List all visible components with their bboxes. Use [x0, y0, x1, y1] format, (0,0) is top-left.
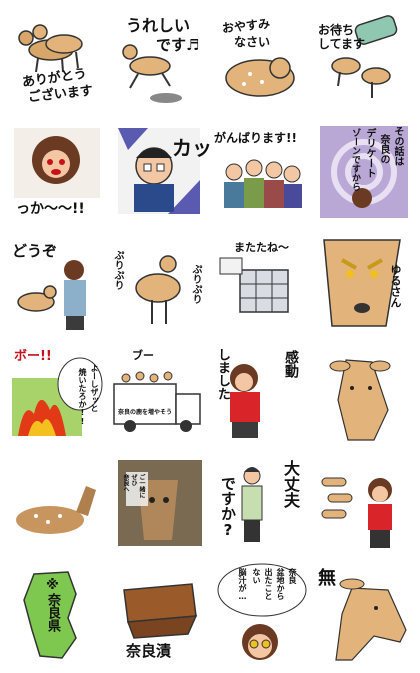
sticker-here-you-go[interactable]: どうぞ	[6, 230, 108, 340]
sticker-10-line-2: ぷりぷり	[190, 264, 201, 304]
sticker-23-line-3: 出たこと	[264, 568, 273, 600]
deer-head-illustration	[329, 359, 391, 441]
sticker-15-line-2: しました	[215, 348, 230, 400]
sticker-see-you[interactable]: またたね〜	[210, 230, 312, 340]
sticker-woman-bones[interactable]	[312, 450, 414, 560]
sticker-10-line-1: ぷりぷり	[112, 250, 123, 290]
sticker-18-line-3: 奈良へ	[122, 474, 129, 492]
sticker-7-line-1: がんばります!!	[214, 131, 297, 145]
sticker-moved[interactable]: 感動 しました	[210, 340, 312, 450]
sticker-3-line-2: なさい	[234, 35, 271, 49]
sticker-13-line-3: 焼いたろか!!	[78, 368, 87, 426]
sticker-5-line-1: っか〜〜!!	[16, 201, 85, 217]
sticker-delicate-zone[interactable]: その話は 奈良の デリケート ゾーンですから	[312, 120, 414, 230]
sticker-23-line-5: 脳汁が…	[238, 568, 247, 601]
sticker-23-line-4: ない	[252, 568, 261, 584]
sticker-ka[interactable]: カッ!!	[108, 120, 210, 230]
sticker-6-line-1: カッ!!	[172, 136, 210, 160]
sticker-14-line-1: ブー	[132, 349, 154, 362]
sticker-happy[interactable]: うれしい です♬	[108, 10, 210, 120]
sticker-19-line-2: ですか?	[219, 476, 237, 539]
sticker-unforgivable[interactable]: ゆるさん	[312, 230, 414, 340]
sticker-8-line-3: デリケート	[364, 128, 375, 178]
sticker-2-line-2: です♬	[156, 36, 200, 54]
sticker-good-night[interactable]: おやすみ なさい	[210, 10, 312, 120]
sticker-24-line-1: 無	[318, 568, 336, 589]
lying-deer-photo	[16, 486, 96, 534]
sticker-are-you-ok[interactable]: 大丈夫 ですか?	[210, 450, 312, 560]
sticker-21-line-1: ※奈良県	[45, 578, 60, 632]
sticker-fire[interactable]: ボー!! よーしザッと 焼いたろか!!	[6, 340, 108, 450]
sticker-do-my-best[interactable]: がんばります!!	[210, 120, 312, 230]
sticker-mu[interactable]: 無	[312, 560, 414, 670]
sticker-11-line-1: またたね〜	[234, 241, 289, 254]
sticker-13-line-2: よーしザッと	[90, 364, 99, 412]
sticker-23-line-1: 奈良	[288, 568, 297, 584]
sticker-14-line-2: 奈良の鹿を増やそう	[118, 409, 173, 416]
sticker-waiting[interactable]: お待ち してます	[312, 10, 414, 120]
sticker-puri-puri[interactable]: ぷりぷり ぷりぷり	[108, 230, 210, 340]
sticker-lying-deer[interactable]	[6, 450, 108, 560]
sticker-18-line-2: ぜひ	[130, 474, 137, 486]
sticker-8-line-4: ゾーンですから	[350, 128, 360, 191]
sticker-narazuke[interactable]: 奈良漬	[108, 560, 210, 670]
sticker-nara-prefecture[interactable]: ※奈良県	[6, 560, 108, 670]
sticker-8-line-1: その話は	[392, 126, 403, 166]
sticker-23-line-2: 盆地から	[276, 568, 285, 600]
sticker-truck[interactable]: ブー 奈良の鹿を増やそう	[108, 340, 210, 450]
sticker-2-line-1: うれしい	[126, 16, 191, 35]
sticker-deer-head[interactable]	[312, 340, 414, 450]
sticker-13-line-1: ボー!!	[14, 349, 52, 364]
sticker-18-line-1: ご一緒に	[138, 474, 145, 498]
sticker-brain-juice[interactable]: 奈良 盆地から 出たこと ない 脳汁が…	[210, 560, 312, 670]
sticker-22-line-1: 奈良漬	[126, 642, 172, 660]
sticker-come-to-nara[interactable]: ご一緒に ぜひ 奈良へ	[108, 450, 210, 560]
sticker-shock[interactable]: っか〜〜!!	[6, 120, 108, 230]
two-deer-illustration	[18, 24, 83, 73]
sticker-9-line-1: どうぞ	[12, 242, 58, 260]
woman-with-deer-bones-illustration	[321, 477, 392, 548]
sticker-grid: ありがとう ございます うれしい です♬ おやすみ なさい お待ち してます っ…	[6, 10, 414, 670]
deer-truck-illustration	[113, 371, 201, 432]
sticker-15-line-1: 感動	[283, 350, 299, 378]
sticker-12-line-1: ゆるさん	[389, 264, 402, 308]
sticker-4-line-2: してます	[318, 37, 366, 51]
sticker-19-line-1: 大丈夫	[281, 460, 300, 508]
sticker-thank-you[interactable]: ありがとう ございます	[6, 10, 108, 120]
sticker-8-line-2: 奈良の	[378, 134, 389, 164]
deer-photo	[118, 460, 202, 546]
sticker-4-line-1: お待ち	[318, 23, 355, 37]
